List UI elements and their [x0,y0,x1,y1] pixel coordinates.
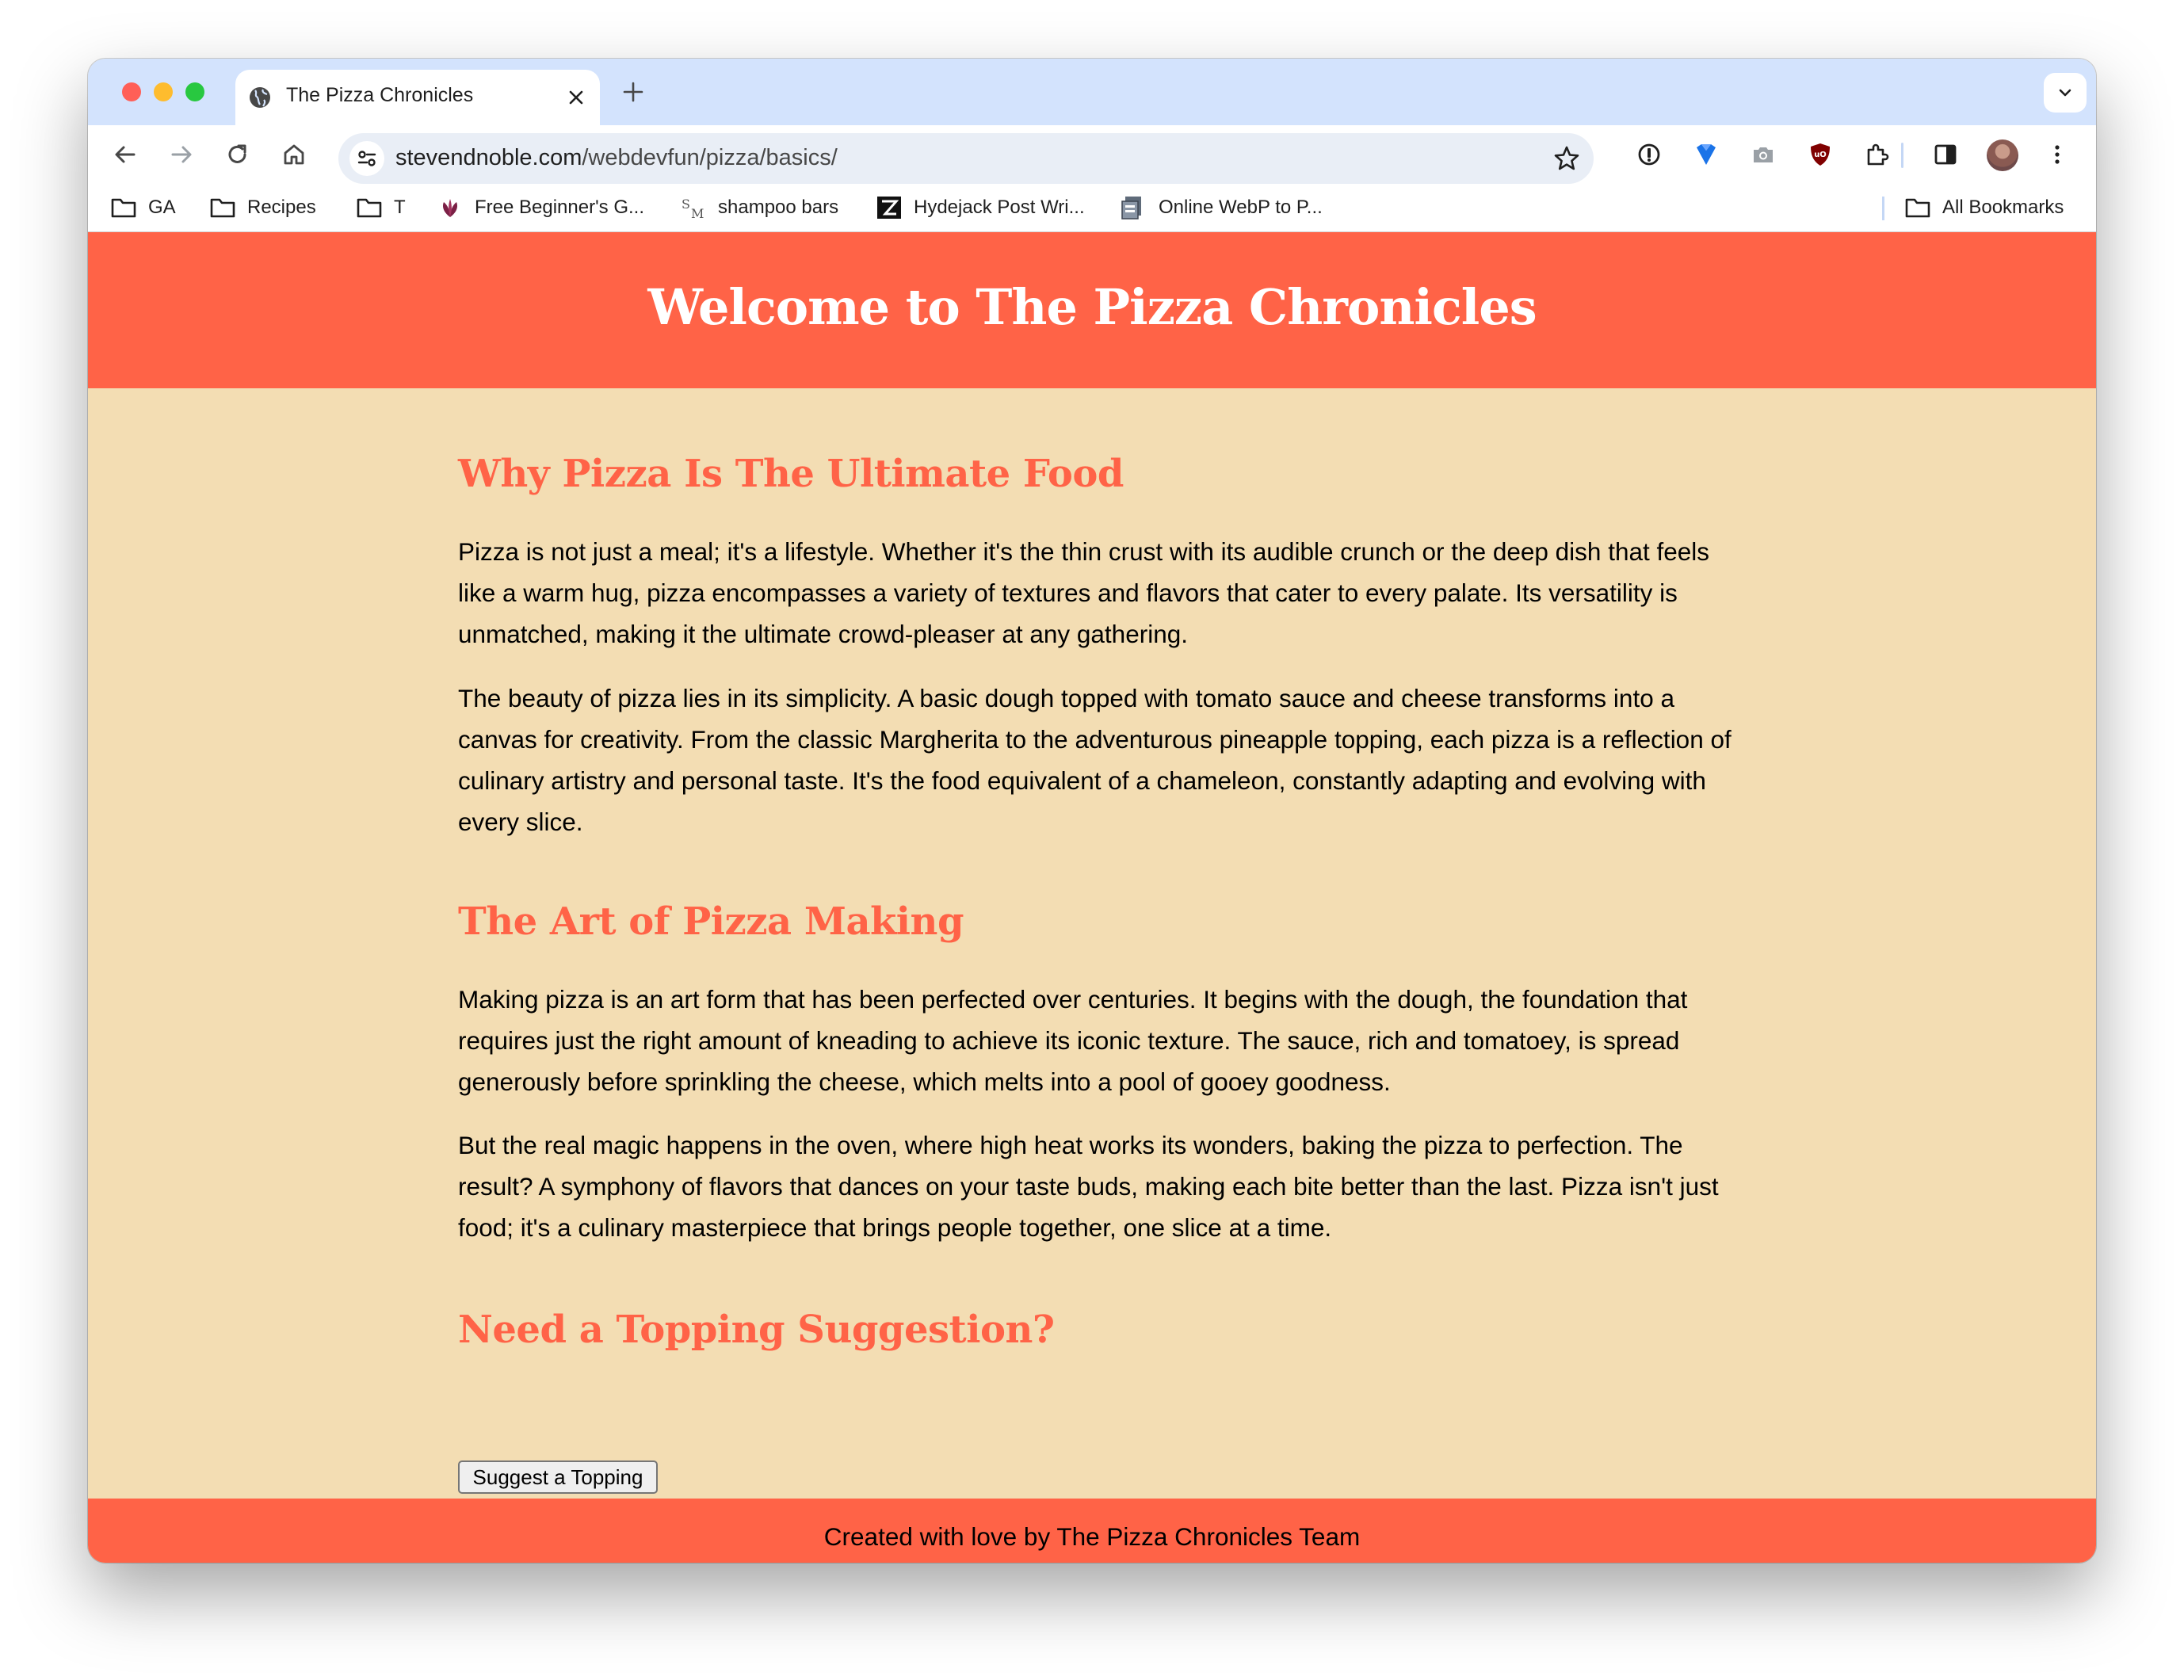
url-path: /webdevfun/pizza/basics/ [582,145,838,170]
bookmark-shampoo-bars[interactable]: S M shampoo bars [680,193,838,222]
bookmark-folder-t[interactable]: T [356,193,406,222]
camera-icon[interactable] [1750,141,1777,168]
chevron-down-icon [2059,89,2071,97]
page-title: Welcome to The Pizza Chronicles [647,278,1537,336]
paragraph: Making pizza is an art form that has bee… [458,985,1688,1096]
hydejack-icon [877,197,901,219]
bookmark-folder-recipes[interactable]: Recipes [209,193,316,222]
bookmark-label: Online WebP to P... [1159,197,1323,218]
svg-text:S: S [682,197,690,212]
bookmark-webp-converter[interactable]: Online WebP to P... [1121,193,1323,222]
bookmark-free-beginners[interactable]: Free Beginner's G... [437,193,644,222]
bookmark-hydejack[interactable]: Hydejack Post Wri... [876,193,1085,222]
bookmarks-divider [1882,197,1884,220]
active-tab[interactable]: The Pizza Chronicles [235,70,600,125]
url-domain: stevendnoble.com [395,145,582,170]
bookmark-label: Free Beginner's G... [475,197,645,218]
leaf-icon [442,199,458,217]
page-viewport: Welcome to The Pizza Chronicles Why Pizz… [88,232,2096,1563]
folder-icon [357,198,382,218]
zoom-window-button[interactable] [185,82,204,101]
suggest-topping-button[interactable]: Suggest a Topping [458,1460,658,1494]
svg-text:M: M [691,206,704,220]
tab-search-button[interactable] [2044,73,2087,113]
all-bookmarks-label: All Bookmarks [1942,197,2064,218]
reload-icon[interactable] [224,141,251,168]
site-header: Welcome to The Pizza Chronicles [88,232,2096,388]
toolbar: stevendnoble.com/webdevfun/pizza/basics/… [88,125,2096,184]
svg-text:uO: uO [1814,151,1827,159]
bookmark-folder-ga[interactable]: GA [110,193,176,222]
close-window-button[interactable] [122,82,141,101]
tune-icon [357,151,376,166]
section-heading: Need a Topping Suggestion? [458,1308,1055,1352]
folder-icon [210,198,235,218]
extensions-puzzle-icon[interactable] [1864,141,1891,168]
site-info-button[interactable] [349,141,384,176]
folder-icon [1905,198,1930,218]
paragraph: The beauty of pizza lies in its simplici… [458,684,1732,836]
browser-window: The Pizza Chronicles stevendnoble.com/we… [88,59,2096,1563]
home-icon[interactable] [281,141,307,168]
close-icon[interactable] [565,86,587,109]
password-manager-icon[interactable] [1636,141,1663,168]
url-text[interactable]: stevendnoble.com/webdevfun/pizza/basics/ [395,145,838,171]
tab-strip: The Pizza Chronicles [88,59,2096,125]
site-footer: Created with love by The Pizza Chronicle… [88,1499,2096,1563]
back-arrow-icon[interactable] [112,141,139,168]
bookmark-label: Recipes [247,197,316,218]
all-bookmarks-button[interactable]: All Bookmarks [1904,193,2064,222]
side-panel-icon[interactable] [1932,141,1959,168]
section-heading: Why Pizza Is The Ultimate Food [458,452,1124,496]
bookmark-star-icon[interactable] [1552,144,1581,173]
paragraph: Pizza is not just a meal; it's a lifesty… [458,537,1710,648]
bookmark-label: Hydejack Post Wri... [914,197,1085,218]
globe-icon [250,87,270,108]
new-tab-icon[interactable] [620,79,646,105]
gem-extension-icon[interactable] [1693,141,1720,168]
bookmarks-bar: GA Recipes T Free Beginner's G... S M sh… [88,184,2096,232]
minimize-window-button[interactable] [154,82,173,101]
forward-arrow-icon[interactable] [168,141,195,168]
address-bar[interactable]: stevendnoble.com/webdevfun/pizza/basics/ [338,133,1594,184]
bookmark-label: T [394,197,406,218]
converter-icon [1121,197,1141,220]
folder-icon [111,198,136,218]
section-heading: The Art of Pizza Making [458,899,964,944]
sm-logo-icon: S M [682,197,704,220]
footer-text: Created with love by The Pizza Chronicle… [823,1522,1361,1551]
toolbar-divider [1901,143,1903,168]
bookmark-label: shampoo bars [718,197,839,218]
paragraph: But the real magic happens in the oven, … [458,1131,1719,1242]
ublock-shield-icon[interactable]: uO [1807,141,1834,168]
profile-avatar[interactable] [1987,139,2018,171]
bookmark-label: GA [148,197,176,218]
more-options-icon[interactable] [2044,141,2071,168]
tab-title: The Pizza Chronicles [286,84,474,106]
